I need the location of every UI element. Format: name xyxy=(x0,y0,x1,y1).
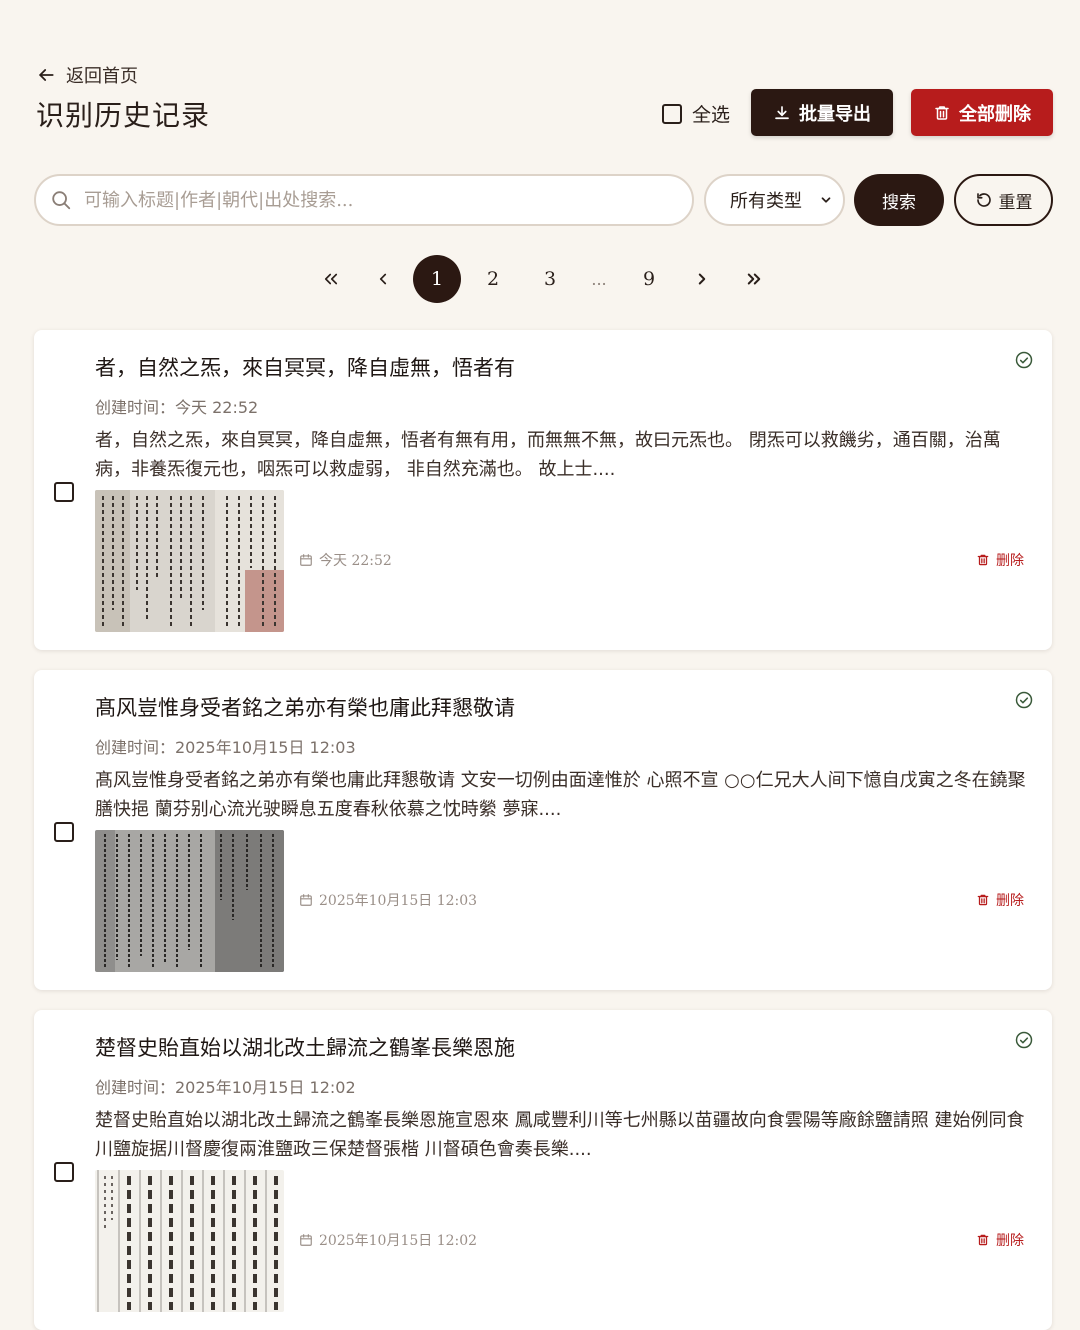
record-date-text: 今天 22:52 xyxy=(319,553,392,569)
record-delete-button[interactable]: 删除 xyxy=(976,1230,1024,1250)
last-page-button[interactable] xyxy=(741,255,767,303)
record-date: 今天 22:52 xyxy=(299,550,392,570)
record-thumbnail[interactable] xyxy=(95,490,284,632)
page-ellipsis: ... xyxy=(591,269,607,289)
chevrons-right-icon xyxy=(747,273,761,285)
search-box[interactable] xyxy=(34,174,694,226)
search-icon xyxy=(52,191,71,210)
calendar-icon xyxy=(300,1234,312,1246)
record-delete-label: 删除 xyxy=(996,553,1024,569)
page-button-2[interactable]: 2 xyxy=(478,255,508,303)
pagination: 1 2 3 ... 9 xyxy=(0,255,1080,303)
record-created-time: 创建时间：2025年10月15日 12:03 xyxy=(95,738,356,757)
batch-export-button[interactable]: 批量导出 xyxy=(751,89,893,136)
chevron-right-icon xyxy=(698,273,706,285)
manuscript-image-icon xyxy=(95,1170,284,1312)
arrow-left-icon xyxy=(39,69,54,81)
record-date-text: 2025年10月15日 12:02 xyxy=(319,1233,478,1249)
prev-page-button[interactable] xyxy=(372,255,394,303)
trash-icon xyxy=(977,1234,989,1246)
record-checkbox[interactable] xyxy=(54,482,74,502)
search-input[interactable] xyxy=(84,189,664,211)
select-all-checkbox[interactable]: 全选 xyxy=(662,100,730,127)
record-delete-label: 删除 xyxy=(996,893,1024,909)
record-delete-button[interactable]: 删除 xyxy=(976,890,1024,910)
manuscript-image-icon xyxy=(95,830,284,972)
record-excerpt: 者，自然之炁，來自冥冥，降自虛無，悟者有無有用，而無無不無，故曰元炁也。 閉炁可… xyxy=(95,430,1001,480)
chevrons-left-icon xyxy=(324,273,338,285)
record-created-time: 创建时间：今天 22:52 xyxy=(95,398,259,417)
first-page-button[interactable] xyxy=(318,255,344,303)
record-thumbnail[interactable] xyxy=(95,1170,284,1312)
record-thumbnail[interactable] xyxy=(95,830,284,972)
record-checkbox[interactable] xyxy=(54,1162,74,1182)
record-title[interactable]: 髙风豈惟身受者銘之弟亦有榮也庸此拜懇敬请 xyxy=(95,692,515,722)
type-select-value: 所有类型 xyxy=(730,191,802,212)
manuscript-image-icon xyxy=(95,490,284,632)
record-title[interactable]: 楚督史貽直始以湖北改土歸流之鶴峯長樂恩施 xyxy=(95,1032,515,1062)
select-all-label: 全选 xyxy=(692,104,731,126)
select-all-box[interactable] xyxy=(662,103,682,124)
page-title: 识别历史记录 xyxy=(36,99,211,132)
calendar-icon xyxy=(300,894,312,906)
record-card[interactable]: 髙风豈惟身受者銘之弟亦有榮也庸此拜懇敬请 创建时间：2025年10月15日 12… xyxy=(34,670,1052,990)
batch-export-label: 批量导出 xyxy=(799,103,871,125)
chevron-left-icon xyxy=(379,273,387,285)
calendar-icon xyxy=(300,554,312,566)
record-title[interactable]: 者，自然之炁，來自冥冥，降自虛無，悟者有 xyxy=(95,352,515,382)
record-excerpt: 楚督史貽直始以湖北改土歸流之鶴峯長樂恩施宣恩來 鳳咸豐利川等七州縣以苗疆故向食雲… xyxy=(95,1110,1025,1160)
page-button-1[interactable]: 1 xyxy=(413,255,461,303)
delete-all-button[interactable]: 全部删除 xyxy=(911,89,1053,136)
reset-button[interactable]: 重置 xyxy=(954,174,1053,226)
record-delete-label: 删除 xyxy=(996,1233,1024,1249)
reset-icon xyxy=(976,193,991,207)
record-date: 2025年10月15日 12:02 xyxy=(299,1230,477,1250)
type-select[interactable]: 所有类型 xyxy=(704,174,845,226)
check-circle-icon xyxy=(1015,1031,1033,1049)
record-created-time: 创建时间：2025年10月15日 12:02 xyxy=(95,1078,356,1097)
record-date-text: 2025年10月15日 12:03 xyxy=(319,893,478,909)
record-excerpt: 髙风豈惟身受者銘之弟亦有榮也庸此拜懇敬请 文安一切例由面達惟於 心照不宣 ○○仁… xyxy=(95,770,1026,820)
record-card[interactable]: 楚督史貽直始以湖北改土歸流之鶴峯長樂恩施 创建时间：2025年10月15日 12… xyxy=(34,1010,1052,1330)
check-circle-icon xyxy=(1015,691,1033,709)
page-button-3[interactable]: 3 xyxy=(535,255,565,303)
trash-icon xyxy=(977,894,989,906)
back-home-link[interactable]: 返回首页 xyxy=(36,62,138,88)
reset-label: 重置 xyxy=(998,192,1033,213)
download-icon xyxy=(775,105,789,119)
page-button-9[interactable]: 9 xyxy=(634,255,664,303)
record-card[interactable]: 者，自然之炁，來自冥冥，降自虛無，悟者有 创建时间：今天 22:52 者，自然之… xyxy=(34,330,1052,650)
next-page-button[interactable] xyxy=(691,255,713,303)
trash-icon xyxy=(977,554,989,566)
search-button[interactable]: 搜索 xyxy=(854,174,944,226)
trash-icon xyxy=(935,105,949,120)
record-delete-button[interactable]: 删除 xyxy=(976,550,1024,570)
check-circle-icon xyxy=(1015,351,1033,369)
delete-all-label: 全部删除 xyxy=(959,103,1031,125)
record-checkbox[interactable] xyxy=(54,822,74,842)
record-date: 2025年10月15日 12:03 xyxy=(299,890,477,910)
chevron-down-icon xyxy=(821,197,831,203)
back-home-label: 返回首页 xyxy=(66,66,138,87)
